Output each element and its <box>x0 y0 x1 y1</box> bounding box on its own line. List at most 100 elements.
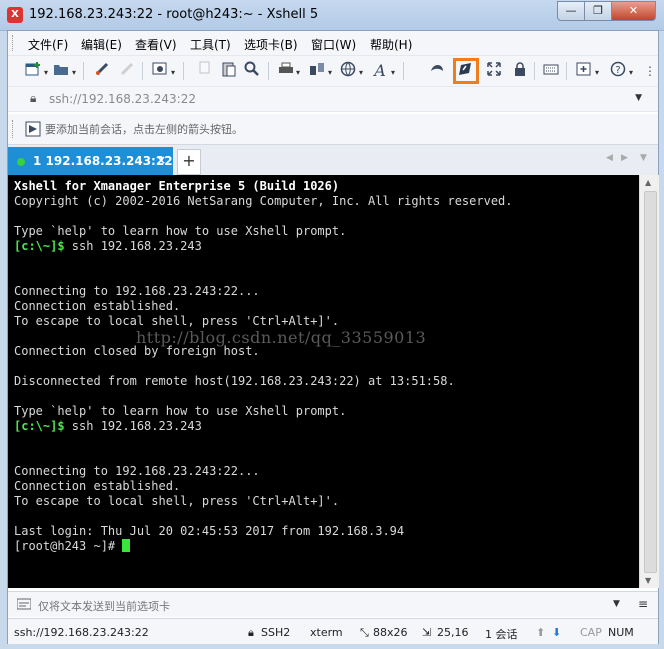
hint-text: 要添加当前会话，点击左侧的箭头按钮。 <box>45 123 243 136</box>
tab-next-icon[interactable]: ▶ <box>621 153 628 163</box>
find-icon[interactable] <box>242 61 262 81</box>
terminal-line: Disconnected from remote host(192.168.23… <box>14 374 455 388</box>
status-terminal-type: xterm <box>310 626 343 639</box>
copy-icon[interactable] <box>195 61 215 81</box>
terminal-line: [c:\~]$ ssh 192.168.23.243 <box>14 239 202 253</box>
xftp-icon[interactable] <box>427 61 447 81</box>
status-num: NUM <box>608 626 634 639</box>
disconnect-icon[interactable] <box>117 61 137 81</box>
tab-label: 1 192.168.23.243:22 <box>33 154 173 168</box>
status-address: ssh://192.168.23.243:22 <box>14 626 149 639</box>
compose-dropdown-icon[interactable]: ▼ <box>613 599 620 609</box>
tab-prev-icon[interactable]: ◀ <box>606 153 613 163</box>
menu-view[interactable]: 查看(V) <box>135 36 177 53</box>
status-size-icon: ⤡ <box>360 626 369 639</box>
maximize-button[interactable]: ❐ <box>584 1 612 21</box>
menu-tabs[interactable]: 选项卡(B) <box>244 36 298 53</box>
font-icon[interactable]: A <box>370 61 390 81</box>
transfer-icon[interactable] <box>307 61 327 81</box>
tab-session-1[interactable]: 1 192.168.23.243:22 × <box>8 147 173 175</box>
open-folder-icon[interactable] <box>51 61 71 81</box>
globe-icon[interactable] <box>338 61 358 81</box>
new-tab-button[interactable]: + <box>177 149 201 175</box>
add-session-arrow-icon[interactable] <box>25 121 41 140</box>
terminal-line: To escape to local shell, press 'Ctrl+Al… <box>14 494 340 508</box>
help-icon[interactable]: ? <box>608 61 628 81</box>
terminal-line: Last login: Thu Jul 20 02:45:53 2017 fro… <box>14 524 405 538</box>
minimize-button[interactable]: — <box>557 1 585 21</box>
xshell-app-icon: X <box>7 7 23 23</box>
terminal-line: Connecting to 192.168.23.243:22... <box>14 284 260 298</box>
menu-bar: 文件(F) 编辑(E) 查看(V) 工具(T) 选项卡(B) 窗口(W) 帮助(… <box>8 31 658 56</box>
terminal-line: Type `help' to learn how to use Xshell p… <box>14 404 347 418</box>
status-bar: ssh://192.168.23.243:22 🔒︎ SSH2 xterm ⤡ … <box>8 618 658 644</box>
terminal-line: [root@h243 ~]# <box>14 539 639 554</box>
lock-icon[interactable] <box>510 61 530 81</box>
tab-close-icon[interactable]: × <box>156 153 166 167</box>
window-title: 192.168.23.243:22 - root@h243:~ - Xshell… <box>29 7 319 22</box>
toolbar: ▾ ▾ ▾ ▾ ▾ ▾ A ▾ ▾ ? ▾ ⋮ <box>8 56 658 87</box>
status-cursor-icon: ⇲ <box>422 626 432 639</box>
scroll-thumb[interactable] <box>644 191 657 573</box>
terminal-line: Type `help' to learn how to use Xshell p… <box>14 224 347 238</box>
menubar-grip[interactable] <box>12 35 16 51</box>
terminal-line: Xshell for Xmanager Enterprise 5 (Build … <box>14 179 340 193</box>
terminal-line: To escape to local shell, press 'Ctrl+Al… <box>14 314 340 328</box>
properties-icon[interactable] <box>150 61 170 81</box>
new-session-icon[interactable] <box>23 61 43 81</box>
keyboard-icon[interactable] <box>541 61 561 81</box>
terminal-output[interactable]: Xshell for Xmanager Enterprise 5 (Build … <box>8 175 639 588</box>
terminal-line: Connection established. <box>14 299 181 313</box>
tab-list-icon[interactable]: ▼ <box>640 153 647 163</box>
svg-text:?: ? <box>615 65 620 76</box>
terminal-line: Connecting to 192.168.23.243:22... <box>14 464 260 478</box>
tab-bar: 1 192.168.23.243:22 × + ◀ ▶ ▼ <box>8 145 658 175</box>
session-hint-bar: 要添加当前会话，点击左侧的箭头按钮。 <box>8 114 658 145</box>
status-download-icon: ⬇ <box>552 626 562 639</box>
window-controls: — ❐ ✕ <box>557 1 656 21</box>
compose-input[interactable]: 仅将文本发送到当前选项卡 <box>38 598 170 614</box>
scroll-up-icon[interactable]: ▲ <box>645 178 651 187</box>
status-size: 88x26 <box>373 626 408 639</box>
compose-bar: 仅将文本发送到当前选项卡 ▼ ≡ <box>8 591 658 617</box>
connected-status-icon <box>17 158 25 166</box>
status-lock-icon: 🔒︎ <box>248 626 254 639</box>
add-toolbar-icon[interactable] <box>574 61 594 81</box>
menu-tools[interactable]: 工具(T) <box>190 36 231 53</box>
paste-icon[interactable] <box>219 61 239 81</box>
menu-window[interactable]: 窗口(W) <box>311 36 356 53</box>
toolbar-overflow-icon[interactable]: ⋮ <box>640 61 660 81</box>
address-input[interactable]: ssh://192.168.23.243:22 <box>49 92 196 106</box>
compose-menu-icon[interactable]: ≡ <box>638 597 648 611</box>
close-button[interactable]: ✕ <box>611 1 656 21</box>
title-bar: X 192.168.23.243:22 - root@h243:~ - Xshe… <box>0 0 664 31</box>
menu-help[interactable]: 帮助(H) <box>370 36 412 53</box>
address-dropdown-icon[interactable]: ▼ <box>635 93 642 103</box>
status-protocol: SSH2 <box>261 626 291 639</box>
hintbar-grip[interactable] <box>12 120 16 138</box>
highlight-box <box>453 58 479 84</box>
terminal-scrollbar[interactable]: ▲ ▼ <box>639 175 659 588</box>
fullscreen-icon[interactable] <box>484 61 504 81</box>
watermark: http://blog.csdn.net/qq_33559013 <box>136 328 427 347</box>
address-lock-icon: 🔒︎ <box>30 91 37 105</box>
menu-file[interactable]: 文件(F) <box>28 36 68 53</box>
status-upload-icon: ⬆ <box>536 626 546 639</box>
scroll-down-icon[interactable]: ▼ <box>645 576 651 585</box>
terminal-line: Copyright (c) 2002-2016 NetSarang Comput… <box>14 194 513 208</box>
terminal-line: Connection established. <box>14 479 181 493</box>
menu-edit[interactable]: 编辑(E) <box>81 36 122 53</box>
app-frame: 文件(F) 编辑(E) 查看(V) 工具(T) 选项卡(B) 窗口(W) 帮助(… <box>7 30 659 644</box>
print-icon[interactable] <box>276 61 296 81</box>
compose-bar-icon[interactable] <box>16 598 32 613</box>
connect-icon[interactable] <box>92 61 112 81</box>
status-cap: CAP <box>580 626 602 639</box>
